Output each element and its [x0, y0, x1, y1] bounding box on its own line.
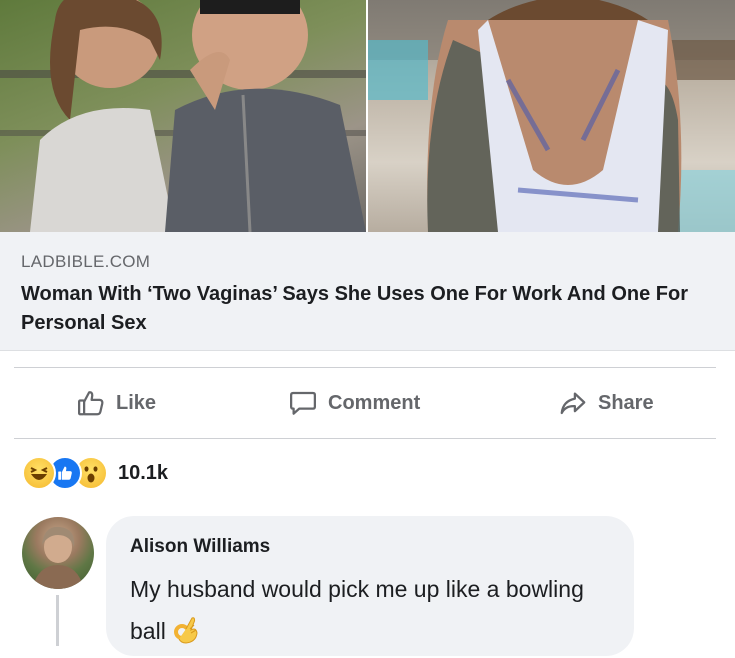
- haha-reaction-icon: [22, 456, 56, 490]
- reaction-count[interactable]: 10.1k: [118, 462, 168, 485]
- share-arrow-icon: [558, 388, 588, 418]
- like-button[interactable]: Like: [76, 368, 156, 438]
- comment-author[interactable]: Alison Williams: [130, 536, 270, 558]
- comment-bubble: Alison Williams My husband would pick me…: [106, 516, 634, 656]
- thumbs-up-icon: [76, 388, 106, 418]
- comment-text: My husband would pick me up like a bowli…: [130, 568, 620, 658]
- like-label: Like: [116, 391, 157, 414]
- link-preview-image[interactable]: [0, 0, 735, 232]
- post-action-bar: Like Comment Share: [14, 367, 716, 439]
- comment-thread-line: [56, 595, 59, 646]
- comment-label: Comment: [328, 391, 421, 414]
- comment-button[interactable]: Comment: [288, 368, 420, 438]
- speech-bubble-icon: [288, 388, 318, 418]
- avatar[interactable]: [22, 517, 94, 589]
- ok-hand-emoji-icon: [172, 615, 200, 658]
- couple-photo: [0, 0, 366, 232]
- reaction-summary[interactable]: 10.1k: [22, 456, 168, 490]
- link-headline[interactable]: Woman With ‘Two Vaginas’ Says She Uses O…: [21, 280, 721, 338]
- share-label: Share: [598, 391, 654, 414]
- link-preview-caption[interactable]: LADBIBLE.COM Woman With ‘Two Vaginas’ Sa…: [0, 232, 735, 351]
- share-button[interactable]: Share: [558, 368, 654, 438]
- link-domain: LADBIBLE.COM: [21, 252, 151, 271]
- beach-photo: [368, 0, 735, 232]
